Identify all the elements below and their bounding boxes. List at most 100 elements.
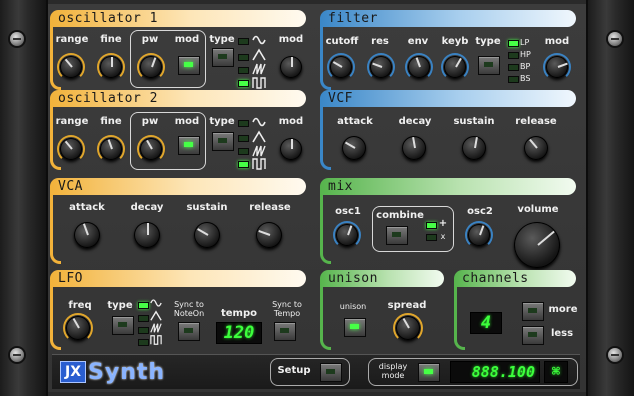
- res-knob[interactable]: [367, 53, 395, 81]
- filter-mod-knob[interactable]: [543, 53, 571, 81]
- wave-led-saw: [238, 67, 249, 74]
- type-button[interactable]: [212, 48, 234, 67]
- range-knob[interactable]: [57, 135, 85, 163]
- wave-led-triangle: [138, 315, 149, 322]
- sync-noteon-button[interactable]: [178, 322, 200, 341]
- vcf-decay-knob[interactable]: [402, 136, 426, 160]
- sine-wave-icon: [252, 35, 266, 45]
- sine-wave-icon: [252, 117, 266, 127]
- pw-knob[interactable]: [137, 135, 165, 163]
- fine-label: fine: [100, 116, 122, 127]
- wave-led-square: [238, 80, 249, 87]
- combine-button[interactable]: [386, 226, 408, 245]
- type-label: type: [107, 300, 133, 311]
- filter-type-lp: LP: [520, 38, 530, 47]
- pw-mod-button[interactable]: [178, 56, 200, 75]
- type-label: type: [475, 36, 501, 47]
- section-title: LFO: [50, 270, 306, 287]
- keyb-knob[interactable]: [441, 53, 469, 81]
- vcf-sustain-knob[interactable]: [462, 136, 486, 160]
- vcf-release-knob[interactable]: [524, 136, 548, 160]
- fine-knob[interactable]: [97, 53, 125, 81]
- filter-led-lp: [508, 40, 519, 47]
- section-bracket: [50, 98, 61, 170]
- vca-attack-knob[interactable]: [74, 222, 100, 248]
- lfo-type-button[interactable]: [112, 316, 134, 335]
- section-bracket: [320, 98, 331, 170]
- filter-led-hp: [508, 52, 519, 59]
- channels-section: channels 4 more less: [454, 270, 578, 350]
- section-bracket: [320, 186, 331, 264]
- sync-tempo-button[interactable]: [274, 322, 296, 341]
- cutoff-knob[interactable]: [327, 53, 355, 81]
- section-title: VCF: [320, 90, 576, 107]
- right-rack-rail: [586, 0, 634, 396]
- mod-label: mod: [174, 34, 200, 45]
- filter-type-bp: BP: [520, 62, 531, 71]
- filter-led-bp: [508, 64, 519, 71]
- fine-label: fine: [100, 34, 122, 45]
- res-label: res: [371, 36, 389, 47]
- range-label: range: [55, 34, 89, 45]
- mod-knob[interactable]: [280, 138, 302, 160]
- osc1-label: osc1: [335, 206, 361, 217]
- osc2-label: osc2: [467, 206, 493, 217]
- channels-more-button[interactable]: [522, 302, 544, 321]
- square-wave-icon: [252, 158, 266, 170]
- env-label: env: [407, 36, 429, 47]
- filter-type-button[interactable]: [478, 56, 500, 75]
- filter-type-hp: HP: [520, 50, 531, 59]
- setup-button[interactable]: [320, 363, 342, 382]
- pw-knob[interactable]: [137, 53, 165, 81]
- wave-led-triangle: [238, 135, 249, 142]
- saw-wave-icon: [252, 145, 266, 157]
- sine-wave-icon: [150, 299, 162, 307]
- spread-knob[interactable]: [393, 313, 423, 343]
- combine-led-times: [426, 234, 437, 241]
- wave-led-square: [138, 339, 149, 346]
- type-label: type: [209, 116, 235, 127]
- section-bracket: [50, 18, 61, 90]
- lfo-freq-knob[interactable]: [63, 313, 93, 343]
- unison-section: unison unison spread: [320, 270, 446, 350]
- left-rack-rail: [0, 0, 48, 396]
- wave-led-saw: [138, 327, 149, 334]
- release-label: release: [515, 116, 557, 127]
- env-knob[interactable]: [405, 53, 433, 81]
- section-bracket: [320, 18, 331, 90]
- vca-release-knob[interactable]: [256, 222, 282, 248]
- tempo-display[interactable]: 120: [216, 322, 262, 344]
- sustain-label: sustain: [186, 202, 228, 213]
- cutoff-label: cutoff: [325, 36, 359, 47]
- lfo-section: LFO freq type Sync to NoteOn tempo 120 S…: [50, 270, 308, 350]
- section-title: channels: [454, 270, 576, 287]
- mix-osc2-knob[interactable]: [465, 221, 493, 249]
- type-button[interactable]: [212, 132, 234, 151]
- pw-mod-button[interactable]: [178, 136, 200, 155]
- wave-led-sine: [238, 120, 249, 127]
- sustain-label: sustain: [453, 116, 495, 127]
- logo-jx: JX: [60, 361, 87, 383]
- unison-label: unison: [339, 302, 367, 311]
- combine-times-label: x: [440, 232, 446, 241]
- unison-button[interactable]: [344, 318, 366, 337]
- vcf-section: VCF attack decay sustain release: [320, 90, 578, 170]
- jxsynth-logo: JX Synth: [60, 359, 165, 385]
- mod-knob[interactable]: [280, 56, 302, 78]
- vca-decay-knob[interactable]: [134, 222, 160, 248]
- triangle-wave-icon: [252, 48, 266, 61]
- display-symbol-icon: ⌘: [544, 361, 568, 383]
- range-knob[interactable]: [57, 53, 85, 81]
- volume-knob[interactable]: [514, 222, 560, 268]
- screw-icon: [10, 348, 24, 362]
- vca-sustain-knob[interactable]: [194, 222, 220, 248]
- channels-less-button[interactable]: [522, 326, 544, 345]
- display-mode-label: display mode: [378, 362, 408, 380]
- display-mode-button[interactable]: [418, 363, 440, 382]
- wave-led-saw: [238, 148, 249, 155]
- fine-knob[interactable]: [97, 135, 125, 163]
- square-wave-icon: [150, 335, 162, 345]
- vcf-attack-knob[interactable]: [342, 136, 366, 160]
- more-label: more: [548, 304, 578, 315]
- mix-osc1-knob[interactable]: [333, 221, 361, 249]
